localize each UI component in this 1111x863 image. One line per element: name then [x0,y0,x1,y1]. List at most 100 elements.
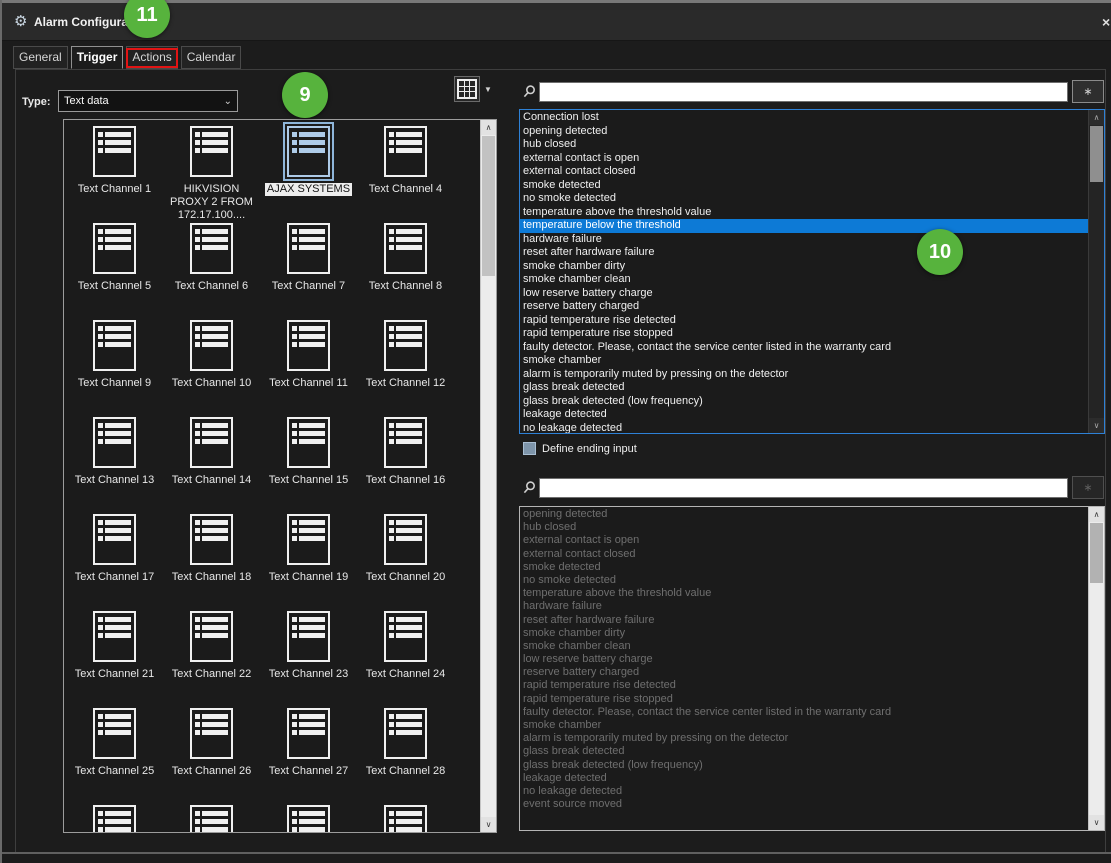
event-item[interactable]: reset after hardware failure [520,246,1089,260]
text-channel-item[interactable]: Text Channel 22 [163,607,260,704]
text-channel-item[interactable] [66,801,163,832]
event-item[interactable]: alarm is temporarily muted by pressing o… [520,368,1089,382]
start-events-scrollbar[interactable]: ∧ ∨ [1088,110,1104,433]
text-channel-item[interactable]: Text Channel 9 [66,316,163,413]
text-channel-icon [89,704,140,763]
scroll-up-icon[interactable]: ∧ [1089,507,1104,522]
event-item[interactable]: no leakage detected [520,422,1089,434]
event-item: temperature above the threshold value [520,587,1089,600]
text-channel-label: Text Channel 12 [366,377,446,390]
text-channel-item[interactable]: Text Channel 11 [260,316,357,413]
tab[interactable]: Calendar [181,46,242,69]
event-item[interactable]: smoke detected [520,179,1089,193]
start-search-options-button[interactable]: ∗ [1072,80,1104,103]
text-channel-item[interactable]: Text Channel 20 [357,510,454,607]
text-channel-label: Text Channel 28 [366,765,446,778]
text-channel-label: Text Channel 24 [366,668,446,681]
scrollbar-thumb[interactable] [1090,523,1103,583]
text-channel-item[interactable]: HIKVISION PROXY 2 FROM 172.17.100.... [163,122,260,219]
event-item[interactable]: smoke chamber clean [520,273,1089,287]
text-channel-item[interactable]: Text Channel 8 [357,219,454,316]
scroll-up-icon[interactable]: ∧ [1089,110,1104,125]
scroll-up-icon[interactable]: ∧ [481,120,496,135]
type-dropdown[interactable]: Text data ⌄ [58,90,238,112]
event-item[interactable]: rapid temperature rise detected [520,314,1089,328]
event-item[interactable]: opening detected [520,125,1089,139]
type-label: Type: [22,96,51,108]
event-item[interactable]: external contact closed [520,165,1089,179]
text-channel-item[interactable]: Text Channel 15 [260,413,357,510]
close-icon[interactable]: × [1102,14,1110,30]
event-item[interactable]: no smoke detected [520,192,1089,206]
text-channel-item[interactable]: Text Channel 27 [260,704,357,801]
tab-label: General [19,50,62,64]
text-channel-label: Text Channel 17 [75,571,155,584]
text-channel-item[interactable]: Text Channel 18 [163,510,260,607]
event-item: smoke detected [520,561,1089,574]
text-channel-item[interactable] [260,801,357,832]
text-channel-icon [186,122,237,181]
end-events-scrollbar[interactable]: ∧ ∨ [1088,507,1104,830]
text-channel-item[interactable]: Text Channel 17 [66,510,163,607]
text-channel-item[interactable]: Text Channel 28 [357,704,454,801]
tab[interactable]: Trigger [71,46,124,69]
end-event-search-input[interactable] [539,478,1068,498]
text-channel-label: Text Channel 15 [269,474,349,487]
event-item[interactable]: reserve battery charged [520,300,1089,314]
event-item[interactable]: Connection lost [520,111,1089,125]
text-channel-item[interactable]: Text Channel 5 [66,219,163,316]
text-channel-grid: Text Channel 1 HIKVISION PROXY 2 FROM 17… [64,120,481,832]
wildcard-icon: ∗ [1083,85,1092,98]
text-channel-item[interactable] [163,801,260,832]
text-channel-item[interactable]: Text Channel 13 [66,413,163,510]
text-channel-item[interactable]: Text Channel 24 [357,607,454,704]
scrollbar-thumb[interactable] [1090,126,1103,182]
event-item[interactable]: hardware failure [520,233,1089,247]
text-channel-item[interactable]: Text Channel 7 [260,219,357,316]
text-channel-icon [89,607,140,666]
event-item[interactable]: faulty detector. Please, contact the ser… [520,341,1089,355]
event-item[interactable]: smoke chamber dirty [520,260,1089,274]
scroll-down-icon[interactable]: ∨ [1089,418,1104,433]
text-channel-label: AJAX SYSTEMS [265,183,352,196]
text-channel-item[interactable] [357,801,454,832]
alarm-configuration-window: ⚙ Alarm Configuration × General Trigger … [0,0,1111,863]
text-channel-icon [89,413,140,472]
dropdown-arrow-icon: ▼ [484,85,492,94]
start-event-search-input[interactable] [539,82,1068,102]
event-item: reserve battery charged [520,666,1089,679]
text-channel-item[interactable]: Text Channel 25 [66,704,163,801]
text-channel-item[interactable]: Text Channel 23 [260,607,357,704]
event-item: hub closed [520,521,1089,534]
event-item[interactable]: rapid temperature rise stopped [520,327,1089,341]
channel-grid-scrollbar[interactable]: ∧ ∨ [480,120,496,832]
text-channel-item[interactable]: Text Channel 4 [357,122,454,219]
text-channel-item[interactable]: Text Channel 14 [163,413,260,510]
scroll-down-icon[interactable]: ∨ [481,817,496,832]
event-item[interactable]: temperature above the threshold value [520,206,1089,220]
event-item: event source moved [520,798,1089,811]
event-item[interactable]: low reserve battery charge [520,287,1089,301]
event-item[interactable]: glass break detected [520,381,1089,395]
event-item[interactable]: external contact is open [520,152,1089,166]
text-channel-item[interactable]: Text Channel 6 [163,219,260,316]
scrollbar-thumb[interactable] [482,136,495,276]
tab[interactable]: Actions [126,46,177,69]
event-item[interactable]: glass break detected (low frequency) [520,395,1089,409]
text-channel-item[interactable]: Text Channel 19 [260,510,357,607]
event-item[interactable]: smoke chamber [520,354,1089,368]
text-channel-item[interactable]: Text Channel 1 [66,122,163,219]
text-channel-item[interactable]: Text Channel 12 [357,316,454,413]
text-channel-item[interactable]: AJAX SYSTEMS [260,122,357,219]
event-item[interactable]: leakage detected [520,408,1089,422]
text-channel-item[interactable]: Text Channel 26 [163,704,260,801]
view-mode-button[interactable]: ▼ [454,76,492,102]
text-channel-item[interactable]: Text Channel 10 [163,316,260,413]
text-channel-item[interactable]: Text Channel 16 [357,413,454,510]
scroll-down-icon[interactable]: ∨ [1089,815,1104,830]
define-ending-input-checkbox[interactable] [523,442,536,455]
text-channel-item[interactable]: Text Channel 21 [66,607,163,704]
event-item[interactable]: hub closed [520,138,1089,152]
event-item[interactable]: temperature below the threshold [520,219,1089,233]
tab[interactable]: General [13,46,68,69]
